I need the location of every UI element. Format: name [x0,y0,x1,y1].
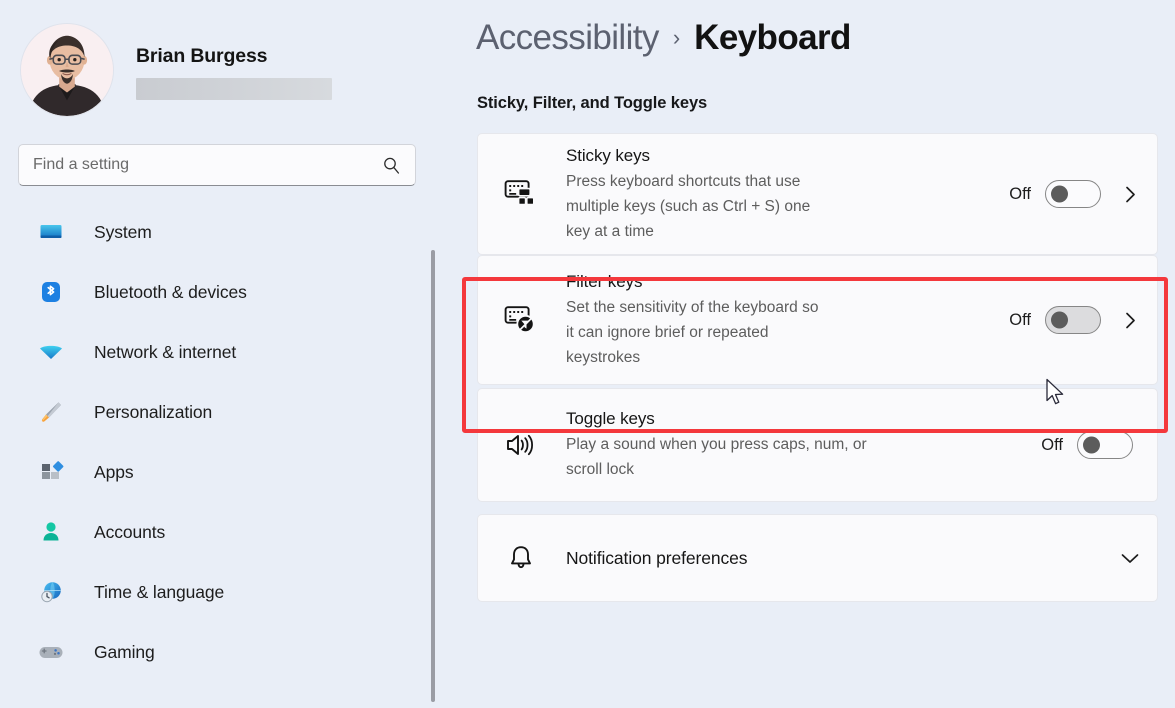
toggle-knob [1051,311,1068,329]
card-title: Notification preferences [566,548,748,568]
profile-name: Brian Burgess [136,45,268,67]
search-input[interactable] [33,156,381,174]
card-controls [1119,552,1141,565]
search-container [18,144,416,186]
sidebar-item-system[interactable]: System [20,210,434,254]
card-description: Play a sound when you press caps, num, o… [566,436,867,478]
card-title: Filter keys [566,271,643,291]
sidebar-item-label: Apps [94,461,134,482]
bell-icon [498,543,544,573]
sidebar-item-network-internet[interactable]: Network & internet [20,330,434,374]
speaker-icon [498,430,544,460]
card-text: Notification preferences [566,547,1119,569]
chevron-down-icon[interactable] [1119,552,1141,565]
sticky-keys-icon [498,179,544,209]
sidebar-item-label: Personalization [94,401,213,422]
card-description: Press keyboard shortcuts that use multip… [566,172,811,240]
toggle-state-label: Off [1009,184,1031,203]
card-title: Toggle keys [566,409,655,428]
card-text: Filter keys Set the sensitivity of the k… [566,271,1009,370]
paintbrush-icon [34,399,68,425]
sidebar-nav: System Bluetooth & devices Network & int… [0,210,434,674]
breadcrumb: Accessibility › Keyboard [474,18,1163,72]
filter-keys-toggle[interactable] [1045,306,1101,334]
card-text: Sticky keys Press keyboard shortcuts tha… [566,145,1009,244]
profile-text: Brian Burgess [136,40,332,100]
card-controls: Off [1009,180,1141,208]
sidebar-item-label: Gaming [94,641,155,662]
settings-card-list: Sticky keys Press keyboard shortcuts tha… [477,133,1158,602]
sidebar-item-personalization[interactable]: Personalization [20,390,434,434]
sidebar: Brian Burgess Find a setting System Blue… [0,0,435,708]
clock-globe-icon [34,579,68,605]
user-avatar [20,23,114,117]
bluetooth-icon [34,279,68,305]
card-notification-preferences[interactable]: Notification preferences [477,514,1158,602]
card-text: Toggle keys Play a sound when you press … [566,408,1041,482]
toggle-knob [1051,185,1068,203]
card-controls: Off [1009,306,1141,334]
card-sticky-keys[interactable]: Sticky keys Press keyboard shortcuts tha… [477,133,1158,255]
person-icon [34,519,68,545]
toggle-state-label: Off [1009,310,1031,329]
card-filter-keys[interactable]: Filter keys Set the sensitivity of the k… [477,255,1158,385]
card-description: Set the sensitivity of the keyboard so i… [566,298,819,366]
search-box[interactable] [18,144,416,186]
sidebar-item-accounts[interactable]: Accounts [20,510,434,554]
card-title: Sticky keys [566,145,650,165]
page-title: Keyboard [694,18,851,57]
search-icon [381,156,401,175]
sidebar-item-label: Accounts [94,521,166,542]
gamepad-icon [34,639,68,665]
filter-keys-icon [498,305,544,335]
main-content: Accessibility › Keyboard Sticky, Filter,… [434,0,1175,708]
breadcrumb-parent[interactable]: Accessibility [476,18,659,58]
apps-icon [34,459,68,485]
card-controls: Off [1041,431,1141,459]
section-title: Sticky, Filter, and Toggle keys [477,94,708,112]
monitor-icon [34,219,68,245]
toggle-knob [1083,436,1100,454]
sidebar-item-apps[interactable]: Apps [20,450,434,494]
sticky-keys-toggle[interactable] [1045,180,1101,208]
settings-window: Brian Burgess Find a setting System Blue… [0,0,1175,708]
card-toggle-keys[interactable]: Toggle keys Play a sound when you press … [477,388,1158,502]
profile-email-redacted [136,78,332,100]
sidebar-item-label: System [94,221,152,242]
sidebar-item-gaming[interactable]: Gaming [20,630,434,674]
toggle-keys-toggle[interactable] [1077,431,1133,459]
chevron-right-icon[interactable] [1119,185,1141,204]
profile-section[interactable]: Brian Burgess [0,22,434,118]
chevron-right-icon[interactable] [1119,311,1141,330]
sidebar-item-label: Time & language [94,581,225,602]
wifi-icon [34,338,68,366]
sidebar-item-label: Network & internet [94,341,237,362]
toggle-state-label: Off [1041,435,1063,454]
sidebar-item-time-language[interactable]: Time & language [20,570,434,614]
sidebar-item-label: Bluetooth & devices [94,281,247,302]
sidebar-item-bluetooth-devices[interactable]: Bluetooth & devices [20,270,434,314]
breadcrumb-separator-icon: › [672,25,681,50]
